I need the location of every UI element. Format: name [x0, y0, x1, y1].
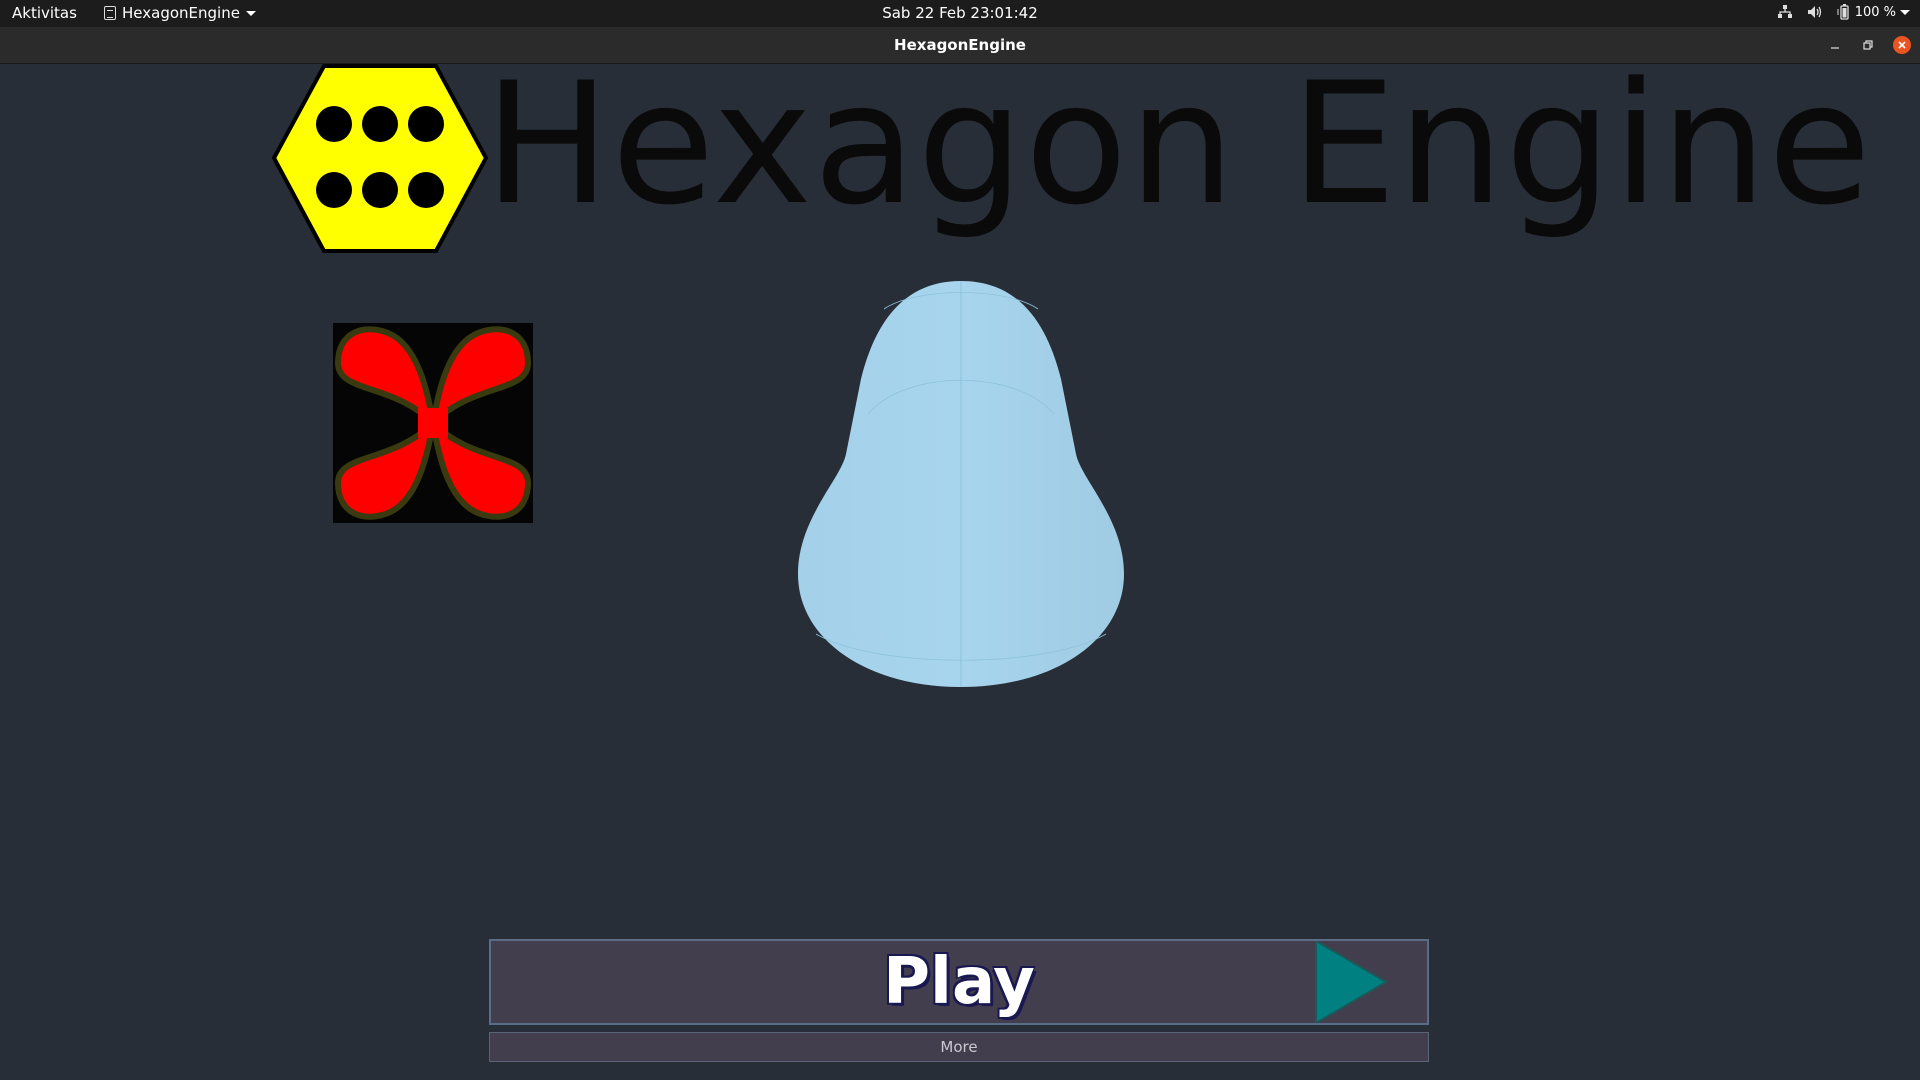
more-button[interactable]: More — [489, 1032, 1429, 1062]
battery-percent: 100 % — [1854, 4, 1896, 20]
system-tray[interactable]: 100 % — [1777, 4, 1910, 20]
capsule-model — [796, 279, 1126, 693]
game-viewport[interactable]: Hexagon Engine Play More — [0, 52, 1920, 1080]
play-icon — [1311, 939, 1391, 1027]
hexagon-logo — [271, 64, 489, 258]
network-icon[interactable] — [1777, 5, 1793, 19]
system-menu-icon[interactable] — [1900, 9, 1910, 15]
play-button-label: Play — [883, 945, 1035, 1019]
system-top-bar: Aktivitas HexagonEngine Sab 22 Feb 23:01… — [0, 0, 1920, 27]
play-button[interactable]: Play — [489, 939, 1429, 1025]
engine-title: Hexagon Engine — [484, 46, 1873, 242]
close-icon[interactable] — [1893, 36, 1911, 54]
battery-status[interactable]: 100 % — [1837, 4, 1910, 20]
volume-icon[interactable] — [1807, 5, 1823, 19]
battery-icon — [1837, 4, 1851, 20]
flower-sprite — [333, 323, 533, 527]
clock[interactable]: Sab 22 Feb 23:01:42 — [0, 4, 1920, 22]
